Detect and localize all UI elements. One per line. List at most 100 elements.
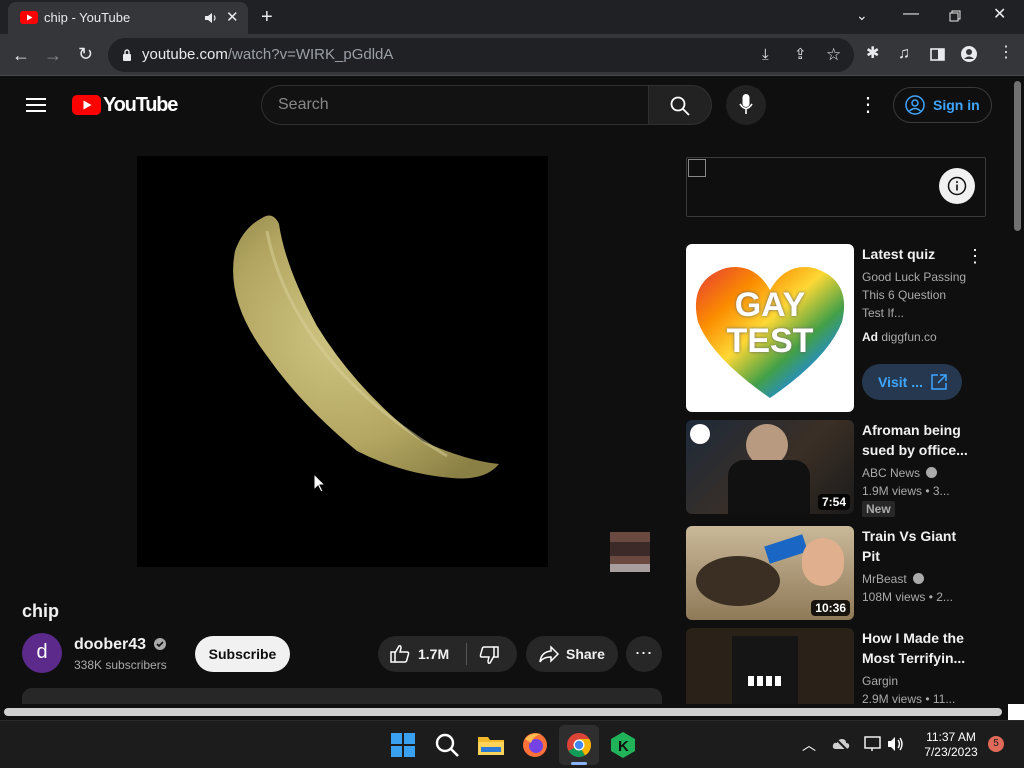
network-icon[interactable] (864, 735, 882, 753)
recommendation-thumbnail[interactable]: 10:36 (686, 526, 854, 620)
recommendation-meta: 1.9M views • 3... (862, 484, 950, 498)
horizontal-scrollbar[interactable] (0, 704, 1024, 720)
browser-tab-strip: chip - YouTube ✕ + ⌄ — ✕ (0, 0, 1024, 34)
like-count: 1.7M (418, 646, 450, 662)
settings-more-icon[interactable]: ⋮ (858, 92, 878, 117)
potato-chip-image (233, 215, 500, 479)
volume-icon[interactable] (887, 735, 905, 753)
ad-menu-icon[interactable]: ⋮ (966, 246, 984, 267)
forward-icon[interactable]: → (44, 46, 62, 64)
file-explorer-icon[interactable] (475, 729, 507, 761)
ad-thumbnail[interactable]: GAY TEST (686, 244, 854, 412)
search-icon (670, 96, 690, 116)
vertical-scroll-thumb[interactable] (1014, 81, 1021, 231)
tab-title: chip - YouTube (44, 10, 131, 25)
browser-tab[interactable]: chip - YouTube ✕ (8, 2, 248, 34)
onedrive-cloud-icon[interactable] (832, 736, 850, 752)
subscribe-button[interactable]: Subscribe (195, 636, 290, 672)
new-tab-icon[interactable]: + (261, 7, 273, 27)
speaker-icon[interactable] (204, 12, 218, 24)
active-indicator (571, 762, 587, 765)
taskbar-active-app[interactable] (559, 725, 599, 765)
recommendation-title: Train Vs Giant Pit (862, 528, 957, 564)
recommendation-item[interactable]: 10:36 Train Vs Giant Pit MrBeast 108M vi… (686, 526, 976, 620)
ad-info-button[interactable] (939, 168, 975, 204)
new-badge: New (862, 501, 895, 517)
system-clock[interactable]: 11:37 AM 7/23/2023 (915, 730, 987, 760)
recommendation-title: How I Made the Most Terrifyin... (862, 630, 966, 666)
back-icon[interactable]: ← (12, 46, 30, 64)
windows-taskbar: K ︿ 11:37 AM 7/23/2023 5 (0, 720, 1024, 768)
youtube-logo-icon (72, 95, 101, 115)
like-button[interactable]: 1.7M (378, 636, 466, 672)
recommendation-thumbnail[interactable] (686, 628, 854, 704)
profile-icon[interactable] (961, 46, 977, 62)
ad-banner[interactable] (686, 157, 986, 217)
voice-search-button[interactable] (726, 85, 766, 125)
restore-icon[interactable] (949, 10, 961, 22)
youtube-header: YouTube Search ⋮ Sign in (0, 77, 1010, 133)
thumb-person-shirt (728, 460, 810, 514)
avatar[interactable]: d (22, 633, 62, 673)
windows-start-icon[interactable] (387, 729, 419, 761)
kaspersky-app-icon[interactable]: K (607, 729, 639, 761)
close-window-icon[interactable]: ✕ (993, 7, 1006, 23)
search-input[interactable]: Search (261, 85, 649, 125)
video-player[interactable] (137, 156, 548, 567)
ad-domain: diggfun.co (881, 330, 937, 344)
account-circle-icon (905, 95, 925, 115)
ad-card[interactable]: GAY TEST Latest quiz ⋮ Good Luck Passing… (686, 244, 984, 412)
tab-search-chevron-icon[interactable]: ⌄ (856, 8, 868, 22)
horizontal-scroll-thumb[interactable] (4, 708, 1002, 716)
ad-description: Good Luck Passing This 6 Question Test I… (862, 270, 967, 320)
ad-visit-label: Visit ... (878, 374, 923, 390)
taskbar-search-icon[interactable] (431, 729, 463, 761)
share-button[interactable]: Share (526, 636, 618, 672)
recommendation-thumbnail[interactable]: 7:54 (686, 420, 854, 514)
share-arrow-icon (539, 645, 560, 663)
share-page-icon[interactable]: ⇪ (794, 47, 807, 62)
ad-source: Ad diggfun.co (862, 330, 937, 344)
channel-text: MrBeast (862, 572, 907, 586)
ad-visit-button[interactable]: Visit ... (862, 364, 962, 400)
url-text: youtube.com/watch?v=WIRK_pGdldA (142, 46, 394, 63)
recommendation-channel: MrBeast (862, 570, 925, 588)
ad-label: Ad (862, 330, 878, 344)
minimize-icon[interactable]: — (903, 6, 919, 22)
abc-news-logo-icon (690, 424, 710, 444)
show-hidden-icons-icon[interactable]: ︿ (802, 735, 816, 755)
verified-icon (926, 467, 938, 478)
external-link-icon (931, 374, 947, 390)
side-panel-icon[interactable] (930, 48, 945, 61)
recommendation-item[interactable]: 7:54 Afroman being sued by office... ABC… (686, 420, 976, 517)
channel-name[interactable]: doober43 (74, 636, 167, 654)
search-button[interactable] (648, 85, 712, 125)
recommendation-meta: 108M views • 2... (862, 590, 953, 604)
lock-icon[interactable] (122, 49, 132, 61)
dislike-button[interactable] (467, 636, 517, 672)
vertical-scrollbar[interactable] (1010, 77, 1024, 704)
recommendation-item[interactable]: How I Made the Most Terrifyin... Gargin … (686, 628, 976, 704)
video-duration: 10:36 (811, 600, 850, 616)
hamburger-menu-icon[interactable] (26, 97, 46, 113)
thumbs-down-icon (479, 646, 499, 664)
mini-thumbnail[interactable] (610, 532, 650, 572)
firefox-icon[interactable] (519, 729, 551, 761)
microphone-icon (739, 94, 753, 114)
more-actions-button[interactable]: ⋯ (626, 636, 662, 672)
bookmark-star-icon[interactable]: ☆ (826, 46, 841, 63)
address-bar[interactable]: youtube.com/watch?v=WIRK_pGdldA ⤓ ⇪ ☆ (108, 38, 854, 72)
recommendation-channel: Gargin (862, 674, 899, 688)
chrome-menu-icon[interactable]: ⋮ (998, 45, 1014, 61)
sign-in-button[interactable]: Sign in (893, 87, 992, 123)
install-icon[interactable]: ⤓ (762, 47, 769, 62)
recommendation-title: Afroman being sued by office... (862, 422, 968, 458)
media-control-icon[interactable]: ♫ (898, 46, 910, 62)
video-duration: 7:54 (817, 494, 850, 510)
close-tab-icon[interactable]: ✕ (226, 10, 239, 25)
reload-icon[interactable]: ↻ (78, 45, 93, 63)
verified-icon (913, 573, 925, 584)
youtube-logo[interactable]: YouTube (72, 94, 178, 116)
notification-badge[interactable]: 5 (988, 736, 1004, 752)
extensions-icon[interactable]: ✱ (866, 46, 879, 62)
